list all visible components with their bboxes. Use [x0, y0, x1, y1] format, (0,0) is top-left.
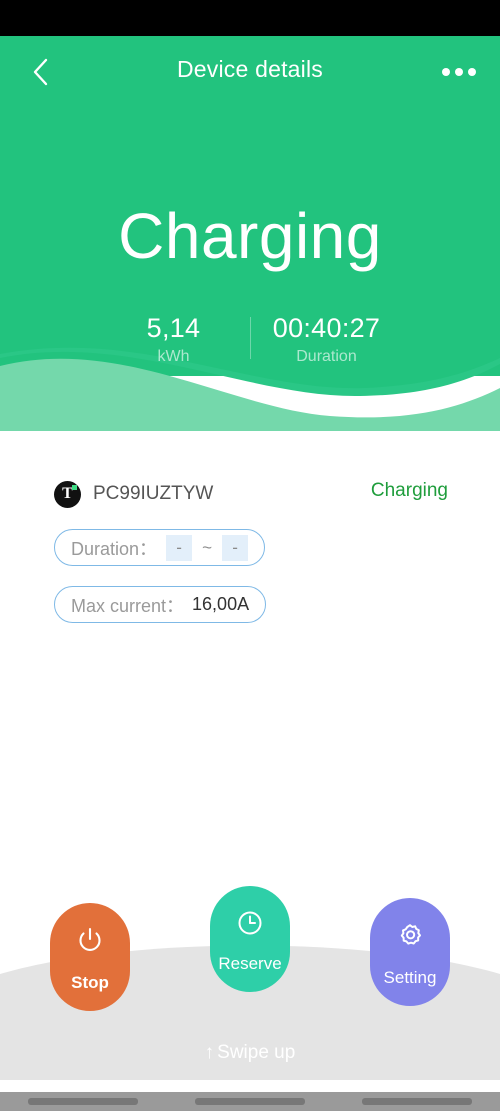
duration-range-separator: ~ — [202, 537, 213, 557]
more-options-button[interactable] — [436, 50, 482, 94]
stop-button-label: Stop — [71, 973, 109, 992]
more-dot — [468, 68, 476, 76]
duration-range-values: - ~ - — [166, 534, 249, 561]
nav-home-indicator[interactable] — [194, 1098, 305, 1105]
metric-duration: 00:40:27 Duration — [263, 311, 391, 369]
device-summary-row: T PC99IUZTYW Charging — [0, 478, 500, 510]
swipe-up-label: Swipe up — [217, 1042, 296, 1063]
top-navigation-bar: Device details — [0, 36, 500, 108]
metric-energy: 5,14 kWh — [110, 311, 238, 369]
max-current-field-label: Max current： — [71, 595, 185, 616]
metric-value: 00:40:27 — [272, 313, 381, 343]
more-dot — [455, 68, 463, 76]
device-identity[interactable]: T PC99IUZTYW — [54, 478, 213, 510]
reserve-button[interactable]: Reserve — [210, 886, 290, 992]
max-current-field[interactable]: Max current： 16,00A — [54, 586, 267, 623]
arrow-up-icon: ↑ — [204, 1042, 215, 1063]
setting-button-label: Setting — [383, 968, 437, 987]
device-details-screen: Device details Charging 5,14 kWh 00:40:2… — [0, 0, 500, 1111]
metric-label: Duration — [296, 348, 357, 365]
max-current-value: 16,00A — [192, 594, 250, 614]
clock-icon — [234, 907, 266, 939]
android-navigation-bar — [0, 1092, 500, 1111]
duration-to-value[interactable]: - — [222, 534, 249, 561]
status-badge: Charging — [370, 480, 448, 501]
duration-field-label: Duration： — [71, 538, 158, 559]
page-title: Device details — [177, 56, 323, 82]
swipe-up-hint[interactable]: ↑ Swipe up — [0, 1042, 500, 1064]
power-icon — [74, 924, 106, 956]
metric-label: kWh — [157, 348, 190, 365]
metric-value: 5,14 — [146, 313, 201, 343]
nav-recents-indicator[interactable] — [28, 1098, 139, 1105]
gear-icon — [394, 919, 426, 951]
metric-divider — [249, 317, 251, 359]
stop-button[interactable]: Stop — [50, 903, 130, 1011]
duration-range-field[interactable]: Duration： - ~ - — [54, 529, 266, 566]
hero-section: Device details Charging 5,14 kWh 00:40:2… — [0, 36, 500, 431]
hero-metrics: 5,14 kWh 00:40:27 Duration — [0, 311, 500, 369]
device-id-label: PC99IUZTYW — [93, 483, 214, 504]
system-status-bar — [0, 0, 500, 36]
charging-status-title: Charging — [118, 200, 382, 272]
setting-button[interactable]: Setting — [370, 898, 450, 1006]
reserve-button-label: Reserve — [218, 954, 282, 973]
nav-back-indicator[interactable] — [361, 1098, 472, 1105]
device-badge-accent-dot — [72, 484, 77, 490]
more-dot — [442, 68, 450, 76]
duration-from-value[interactable]: - — [166, 534, 193, 561]
tuya-device-icon: T — [54, 480, 81, 508]
